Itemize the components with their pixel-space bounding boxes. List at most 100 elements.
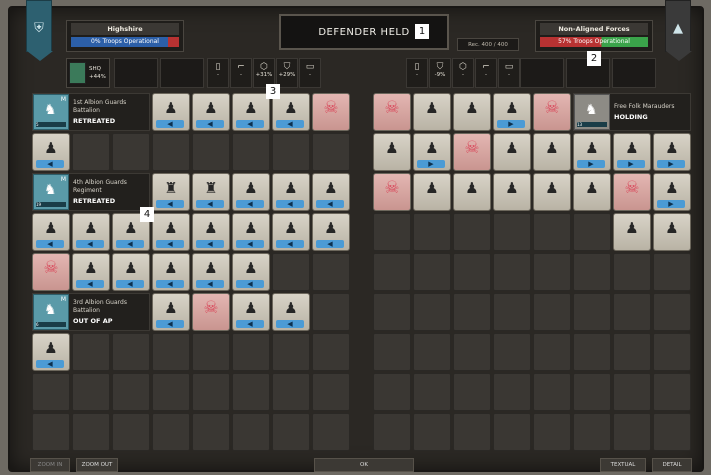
squad-tile[interactable]: ♟ ◀ bbox=[312, 173, 350, 211]
support-slot[interactable] bbox=[160, 58, 204, 88]
squad-tile[interactable]: ♟ ▶ bbox=[653, 173, 691, 211]
soldier-icon: ♟ bbox=[665, 139, 679, 157]
squad-tile[interactable]: ♟ ▶ bbox=[573, 133, 611, 171]
support-slot[interactable] bbox=[114, 58, 158, 88]
squad-tile[interactable]: ♟ bbox=[493, 133, 531, 171]
shield-icon: ⛉ bbox=[283, 62, 291, 72]
retreat-arrow-icon: ◀ bbox=[236, 120, 264, 128]
advance-arrow-icon: ▶ bbox=[497, 120, 525, 128]
squad-tile[interactable]: ♟ bbox=[493, 173, 531, 211]
textual-button[interactable]: TEXTUAL bbox=[600, 458, 646, 472]
squad-tile-destroyed[interactable]: ☠ bbox=[312, 93, 350, 131]
squad-tile[interactable]: ♟ bbox=[413, 173, 451, 211]
squad-tile[interactable]: ♟ ▶ bbox=[413, 133, 451, 171]
squad-tile[interactable]: ♟ ◀ bbox=[272, 293, 310, 331]
unit-header[interactable]: M ♞ 19 4th Albion Guards Regiment RETREATED bbox=[32, 173, 150, 211]
soldier-icon: ♟ bbox=[625, 139, 639, 157]
retreat-arrow-icon: ◀ bbox=[276, 200, 304, 208]
soldier-icon: ♟ bbox=[465, 179, 479, 197]
squad-tile[interactable]: ♜ ◀ bbox=[192, 173, 230, 211]
squad-tile[interactable]: ♟ ▶ bbox=[493, 93, 531, 131]
squad-tile[interactable]: ♟ ◀ bbox=[192, 93, 230, 131]
left-modifiers: ▯ - ⌐ - ⬡ +31% ⛉ +29% ▭ - bbox=[207, 58, 321, 88]
squad-tile[interactable]: ♟ ◀ bbox=[152, 213, 190, 251]
soldier-icon: ♟ bbox=[425, 179, 439, 197]
squad-tile[interactable]: ♟ ◀ bbox=[152, 293, 190, 331]
retreat-arrow-icon: ◀ bbox=[76, 240, 104, 248]
support-slot[interactable] bbox=[612, 58, 656, 88]
squad-tile[interactable]: ♟ ◀ bbox=[272, 213, 310, 251]
squad-tile[interactable]: ♟ bbox=[373, 133, 411, 171]
squad-tile[interactable]: ♜ ◀ bbox=[152, 173, 190, 211]
unit-name: 4th Albion Guards Regiment bbox=[73, 179, 127, 194]
bottom-toolbar: ZOOM IN ZOOM OUT OK TEXTUAL DETAIL bbox=[8, 458, 704, 472]
squad-tile-destroyed[interactable]: ☠ bbox=[373, 173, 411, 211]
squad-tile[interactable]: ♟ ◀ bbox=[72, 253, 110, 291]
squad-tile[interactable]: ♟ bbox=[533, 133, 571, 171]
ok-button[interactable]: OK bbox=[314, 458, 414, 472]
squad-tile[interactable]: ♟ bbox=[533, 173, 571, 211]
squad-tile[interactable]: ♟ bbox=[413, 93, 451, 131]
squad-tile[interactable]: ♟ ▶ bbox=[613, 133, 651, 171]
detail-button[interactable]: DETAIL bbox=[652, 458, 692, 472]
soldier-icon: ♟ bbox=[164, 259, 178, 277]
squad-tile[interactable]: ♟ ▶ bbox=[653, 133, 691, 171]
squad-tile[interactable]: ♟ ◀ bbox=[72, 213, 110, 251]
soldier-icon: ♟ bbox=[665, 219, 679, 237]
retreat-arrow-icon: ◀ bbox=[196, 200, 224, 208]
soldier-icon: ♟ bbox=[585, 139, 599, 157]
squad-tile-destroyed[interactable]: ☠ bbox=[533, 93, 571, 131]
squad-tile-destroyed[interactable]: ☠ bbox=[32, 253, 70, 291]
armor-icon: ▯ bbox=[215, 62, 221, 72]
squad-tile-destroyed[interactable]: ☠ bbox=[373, 93, 411, 131]
squad-tile[interactable]: ♟ ◀ bbox=[32, 133, 70, 171]
squad-tile-destroyed[interactable]: ☠ bbox=[453, 133, 491, 171]
modifier-terrain: ⬡ - bbox=[452, 58, 474, 88]
soldier-icon: ♟ bbox=[465, 99, 479, 117]
skull-icon: ☠ bbox=[544, 98, 560, 118]
squad-tile[interactable]: ♟ ◀ bbox=[232, 253, 270, 291]
squad-tile[interactable]: ♟ ◀ bbox=[32, 213, 70, 251]
squad-tile[interactable]: ♟ ◀ bbox=[152, 253, 190, 291]
squad-tile[interactable]: ♟ ◀ bbox=[272, 173, 310, 211]
squad-tile[interactable]: ♟ ◀ bbox=[232, 93, 270, 131]
squad-tile[interactable]: ♟ ◀ bbox=[32, 333, 70, 371]
left-faction-banner: ⛨ bbox=[26, 0, 53, 61]
soldier-icon: ♟ bbox=[44, 339, 58, 357]
hq-slot[interactable]: SHQ +44% bbox=[66, 58, 110, 88]
squad-tile[interactable]: ♟ ◀ bbox=[312, 213, 350, 251]
retreat-arrow-icon: ◀ bbox=[196, 120, 224, 128]
soldier-icon: ♟ bbox=[84, 259, 98, 277]
soldier-icon: ♟ bbox=[84, 219, 98, 237]
modifier-rifle: ⌐ - bbox=[475, 58, 497, 88]
ammo-icon: ▭ bbox=[305, 62, 315, 72]
squad-tile[interactable]: ♟ ◀ bbox=[152, 93, 190, 131]
support-slot[interactable] bbox=[520, 58, 564, 88]
squad-tile[interactable]: ♟ ◀ bbox=[232, 293, 270, 331]
squad-tile[interactable]: ♟ bbox=[573, 173, 611, 211]
squad-tile[interactable]: ♟ ◀ bbox=[192, 213, 230, 251]
rifle-icon: ⌐ bbox=[237, 62, 245, 72]
squad-tile[interactable]: ♟ bbox=[653, 213, 691, 251]
squad-tile-destroyed[interactable]: ☠ bbox=[192, 293, 230, 331]
squad-tile[interactable]: ♟ bbox=[613, 213, 651, 251]
unit-header[interactable]: M ♞ 5 1st Albion Guards Battalion RETREATED bbox=[32, 93, 150, 131]
skull-icon: ☠ bbox=[384, 98, 400, 118]
soldier-icon: ♟ bbox=[324, 179, 338, 197]
zoom-in-button[interactable]: ZOOM IN bbox=[30, 458, 70, 472]
modifier-defense: ⛉ -9% bbox=[429, 58, 451, 88]
squad-tile[interactable]: ♟ bbox=[453, 173, 491, 211]
unit-header[interactable]: ♞ 13 Free Folk Marauders HOLDING bbox=[573, 93, 691, 131]
squad-tile[interactable]: ♟ ◀ bbox=[232, 213, 270, 251]
commander-portrait bbox=[69, 62, 86, 84]
squad-tile[interactable]: ♟ ◀ bbox=[192, 253, 230, 291]
squad-tile[interactable]: ♟ ◀ bbox=[232, 173, 270, 211]
soldier-icon: ♟ bbox=[324, 219, 338, 237]
squad-tile[interactable]: ♟ ◀ bbox=[112, 253, 150, 291]
zoom-out-button[interactable]: ZOOM OUT bbox=[76, 458, 118, 472]
unit-header[interactable]: M ♞ 6 3rd Albion Guards Battalion OUT OF AP bbox=[32, 293, 150, 331]
squad-tile-destroyed[interactable]: ☠ bbox=[613, 173, 651, 211]
retreat-arrow-icon: ◀ bbox=[156, 120, 184, 128]
squad-tile[interactable]: ♟ bbox=[453, 93, 491, 131]
modifier-armor: ▯ - bbox=[207, 58, 229, 88]
